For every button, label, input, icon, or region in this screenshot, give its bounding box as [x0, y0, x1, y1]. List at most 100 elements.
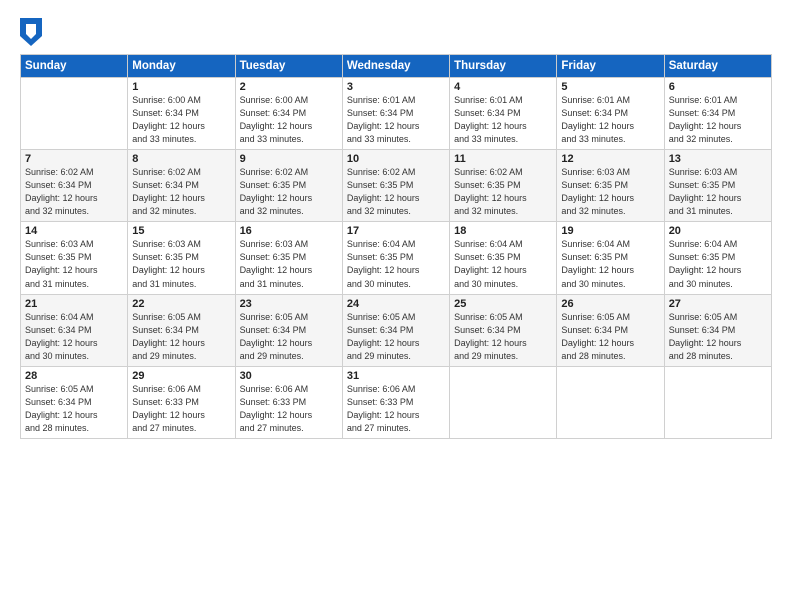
day-info: Sunrise: 6:01 AMSunset: 6:34 PMDaylight:…	[669, 94, 767, 146]
day-info: Sunrise: 6:05 AMSunset: 6:34 PMDaylight:…	[347, 311, 445, 363]
day-info: Sunrise: 6:01 AMSunset: 6:34 PMDaylight:…	[347, 94, 445, 146]
day-number: 28	[25, 370, 123, 382]
logo	[20, 18, 46, 46]
day-info: Sunrise: 6:02 AMSunset: 6:35 PMDaylight:…	[454, 166, 552, 218]
calendar-cell: 30Sunrise: 6:06 AMSunset: 6:33 PMDayligh…	[235, 366, 342, 438]
day-info: Sunrise: 6:01 AMSunset: 6:34 PMDaylight:…	[561, 94, 659, 146]
day-number: 29	[132, 370, 230, 382]
day-info: Sunrise: 6:05 AMSunset: 6:34 PMDaylight:…	[454, 311, 552, 363]
day-info: Sunrise: 6:05 AMSunset: 6:34 PMDaylight:…	[240, 311, 338, 363]
day-number: 25	[454, 298, 552, 310]
calendar-cell: 14Sunrise: 6:03 AMSunset: 6:35 PMDayligh…	[21, 222, 128, 294]
day-number: 4	[454, 81, 552, 93]
day-number: 13	[669, 153, 767, 165]
day-info: Sunrise: 6:04 AMSunset: 6:35 PMDaylight:…	[347, 238, 445, 290]
day-number: 8	[132, 153, 230, 165]
calendar-cell: 7Sunrise: 6:02 AMSunset: 6:34 PMDaylight…	[21, 150, 128, 222]
calendar-cell: 19Sunrise: 6:04 AMSunset: 6:35 PMDayligh…	[557, 222, 664, 294]
day-info: Sunrise: 6:02 AMSunset: 6:35 PMDaylight:…	[240, 166, 338, 218]
day-number: 17	[347, 225, 445, 237]
week-row-4: 21Sunrise: 6:04 AMSunset: 6:34 PMDayligh…	[21, 294, 772, 366]
day-info: Sunrise: 6:05 AMSunset: 6:34 PMDaylight:…	[561, 311, 659, 363]
calendar-cell: 16Sunrise: 6:03 AMSunset: 6:35 PMDayligh…	[235, 222, 342, 294]
day-info: Sunrise: 6:03 AMSunset: 6:35 PMDaylight:…	[25, 238, 123, 290]
day-info: Sunrise: 6:06 AMSunset: 6:33 PMDaylight:…	[132, 383, 230, 435]
day-number: 20	[669, 225, 767, 237]
header-day-monday: Monday	[128, 55, 235, 78]
calendar-cell: 1Sunrise: 6:00 AMSunset: 6:34 PMDaylight…	[128, 78, 235, 150]
day-number: 30	[240, 370, 338, 382]
day-number: 16	[240, 225, 338, 237]
calendar-cell	[557, 366, 664, 438]
day-number: 6	[669, 81, 767, 93]
header-day-sunday: Sunday	[21, 55, 128, 78]
day-number: 24	[347, 298, 445, 310]
calendar-cell: 24Sunrise: 6:05 AMSunset: 6:34 PMDayligh…	[342, 294, 449, 366]
day-info: Sunrise: 6:06 AMSunset: 6:33 PMDaylight:…	[240, 383, 338, 435]
day-number: 9	[240, 153, 338, 165]
day-number: 19	[561, 225, 659, 237]
day-info: Sunrise: 6:03 AMSunset: 6:35 PMDaylight:…	[669, 166, 767, 218]
calendar-cell: 18Sunrise: 6:04 AMSunset: 6:35 PMDayligh…	[450, 222, 557, 294]
header-day-wednesday: Wednesday	[342, 55, 449, 78]
calendar-cell: 6Sunrise: 6:01 AMSunset: 6:34 PMDaylight…	[664, 78, 771, 150]
calendar-cell: 4Sunrise: 6:01 AMSunset: 6:34 PMDaylight…	[450, 78, 557, 150]
day-info: Sunrise: 6:02 AMSunset: 6:35 PMDaylight:…	[347, 166, 445, 218]
calendar-cell: 20Sunrise: 6:04 AMSunset: 6:35 PMDayligh…	[664, 222, 771, 294]
day-info: Sunrise: 6:05 AMSunset: 6:34 PMDaylight:…	[132, 311, 230, 363]
calendar-cell: 5Sunrise: 6:01 AMSunset: 6:34 PMDaylight…	[557, 78, 664, 150]
calendar-cell: 23Sunrise: 6:05 AMSunset: 6:34 PMDayligh…	[235, 294, 342, 366]
calendar-cell	[664, 366, 771, 438]
calendar-cell: 27Sunrise: 6:05 AMSunset: 6:34 PMDayligh…	[664, 294, 771, 366]
calendar-cell	[450, 366, 557, 438]
header-row: SundayMondayTuesdayWednesdayThursdayFrid…	[21, 55, 772, 78]
calendar-table: SundayMondayTuesdayWednesdayThursdayFrid…	[20, 54, 772, 439]
page: SundayMondayTuesdayWednesdayThursdayFrid…	[0, 0, 792, 612]
day-number: 3	[347, 81, 445, 93]
week-row-3: 14Sunrise: 6:03 AMSunset: 6:35 PMDayligh…	[21, 222, 772, 294]
calendar-cell: 9Sunrise: 6:02 AMSunset: 6:35 PMDaylight…	[235, 150, 342, 222]
day-info: Sunrise: 6:03 AMSunset: 6:35 PMDaylight:…	[132, 238, 230, 290]
day-number: 14	[25, 225, 123, 237]
calendar-cell: 21Sunrise: 6:04 AMSunset: 6:34 PMDayligh…	[21, 294, 128, 366]
calendar-cell: 26Sunrise: 6:05 AMSunset: 6:34 PMDayligh…	[557, 294, 664, 366]
day-info: Sunrise: 6:02 AMSunset: 6:34 PMDaylight:…	[25, 166, 123, 218]
logo-icon	[20, 18, 42, 46]
calendar-cell: 22Sunrise: 6:05 AMSunset: 6:34 PMDayligh…	[128, 294, 235, 366]
header-day-tuesday: Tuesday	[235, 55, 342, 78]
calendar-cell: 28Sunrise: 6:05 AMSunset: 6:34 PMDayligh…	[21, 366, 128, 438]
calendar-cell: 8Sunrise: 6:02 AMSunset: 6:34 PMDaylight…	[128, 150, 235, 222]
day-info: Sunrise: 6:05 AMSunset: 6:34 PMDaylight:…	[25, 383, 123, 435]
day-info: Sunrise: 6:00 AMSunset: 6:34 PMDaylight:…	[240, 94, 338, 146]
week-row-5: 28Sunrise: 6:05 AMSunset: 6:34 PMDayligh…	[21, 366, 772, 438]
header-day-saturday: Saturday	[664, 55, 771, 78]
day-info: Sunrise: 6:05 AMSunset: 6:34 PMDaylight:…	[669, 311, 767, 363]
day-number: 31	[347, 370, 445, 382]
day-number: 23	[240, 298, 338, 310]
calendar-cell: 3Sunrise: 6:01 AMSunset: 6:34 PMDaylight…	[342, 78, 449, 150]
day-number: 21	[25, 298, 123, 310]
day-number: 10	[347, 153, 445, 165]
day-number: 5	[561, 81, 659, 93]
header	[20, 18, 772, 46]
calendar-cell: 12Sunrise: 6:03 AMSunset: 6:35 PMDayligh…	[557, 150, 664, 222]
day-number: 18	[454, 225, 552, 237]
day-info: Sunrise: 6:06 AMSunset: 6:33 PMDaylight:…	[347, 383, 445, 435]
day-info: Sunrise: 6:03 AMSunset: 6:35 PMDaylight:…	[561, 166, 659, 218]
day-info: Sunrise: 6:04 AMSunset: 6:35 PMDaylight:…	[669, 238, 767, 290]
calendar-cell: 11Sunrise: 6:02 AMSunset: 6:35 PMDayligh…	[450, 150, 557, 222]
day-number: 2	[240, 81, 338, 93]
day-number: 27	[669, 298, 767, 310]
day-info: Sunrise: 6:03 AMSunset: 6:35 PMDaylight:…	[240, 238, 338, 290]
header-day-friday: Friday	[557, 55, 664, 78]
day-number: 1	[132, 81, 230, 93]
day-number: 22	[132, 298, 230, 310]
calendar-cell: 25Sunrise: 6:05 AMSunset: 6:34 PMDayligh…	[450, 294, 557, 366]
day-number: 15	[132, 225, 230, 237]
calendar-cell: 29Sunrise: 6:06 AMSunset: 6:33 PMDayligh…	[128, 366, 235, 438]
day-number: 11	[454, 153, 552, 165]
day-info: Sunrise: 6:04 AMSunset: 6:35 PMDaylight:…	[561, 238, 659, 290]
calendar-cell: 13Sunrise: 6:03 AMSunset: 6:35 PMDayligh…	[664, 150, 771, 222]
day-info: Sunrise: 6:04 AMSunset: 6:34 PMDaylight:…	[25, 311, 123, 363]
week-row-1: 1 Sunrise: 6:00 AMSunset: 6:34 PMDaylight…	[21, 78, 772, 150]
